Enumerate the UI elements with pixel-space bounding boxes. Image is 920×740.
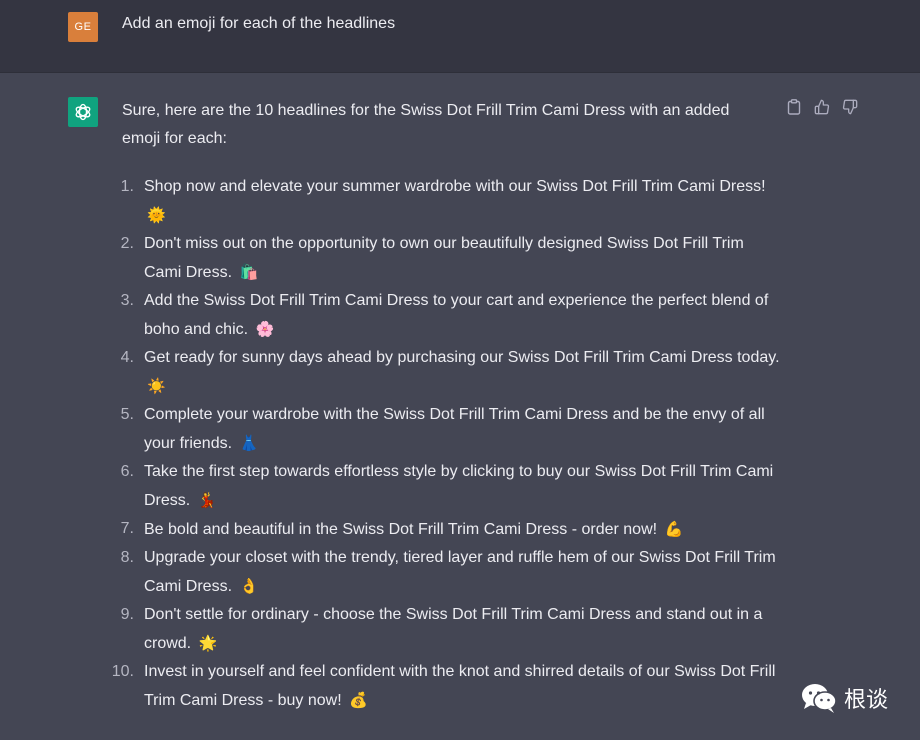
headline-item: 6. Take the first step towards effortless… [104,458,784,515]
headline-text: Don't miss out on the opportunity to own… [144,235,744,281]
watermark: 根谈 [800,682,888,714]
headline-text: Be bold and beautiful in the Swiss Dot F… [144,521,658,538]
headline-number: 2. [120,235,134,252]
headline-number: 7. [120,520,134,537]
headline-item: 4. Get ready for sunny days ahead by purc… [104,344,784,401]
message-actions [786,99,858,115]
headline-text: Take the first step towards effortless s… [144,463,774,509]
thumbs-up-button[interactable] [814,99,830,115]
headline-text: Get ready for sunny days ahead by purcha… [144,349,780,366]
headline-emoji: 👗 [239,434,259,452]
headline-text: Add the Swiss Dot Frill Trim Cami Dress … [144,292,769,338]
headline-number: 10. [111,663,134,680]
headline-emoji: 💃 [197,491,217,509]
headline-emoji: ☀️ [147,377,166,395]
headline-item: 2. Don't miss out on the opportunity to o… [104,230,784,287]
thumbs-down-icon [842,99,858,115]
clipboard-icon [787,99,801,115]
headline-emoji: 💰 [349,691,368,709]
user-avatar: GE [68,12,98,42]
headline-item: 9. Don't settle for ordinary - choose the… [104,601,784,658]
headline-item: 1. Shop now and elevate your summer wardr… [104,173,784,230]
headline-number: 3. [120,292,134,309]
copy-button[interactable] [786,99,802,115]
headline-text: Don't settle for ordinary - choose the S… [144,606,763,652]
thumbs-down-button[interactable] [842,99,858,115]
headline-emoji: 👌 [239,577,259,595]
headline-text: Invest in yourself and feel confident wi… [144,663,776,709]
headline-emoji: 🌟 [198,634,218,652]
headline-emoji: 💪 [664,520,684,538]
headline-item: 3. Add the Swiss Dot Frill Trim Cami Dres… [104,287,784,344]
assistant-message-row: Sure, here are the 10 headlines for the … [0,73,920,740]
headline-number: 4. [120,349,134,366]
thumbs-up-icon [814,99,830,115]
headline-number: 9. [120,606,134,623]
watermark-text: 根谈 [844,688,889,713]
headline-number: 8. [120,549,134,566]
headline-number: 6. [120,463,134,480]
headline-number: 5. [120,406,134,423]
headline-text: Complete your wardrobe with the Swiss Do… [144,406,765,452]
headline-emoji: 🛍️ [239,263,259,281]
headline-number: 1. [120,178,134,195]
headline-list: 1. Shop now and elevate your summer wardr… [104,173,784,715]
user-message-row: GE Add an emoji for each of the headline… [0,0,920,73]
wechat-icon [802,684,837,713]
headline-item: 10. Invest in yourself and feel confident… [104,658,784,715]
user-message-text: Add an emoji for each of the headlines [122,15,396,32]
openai-logo-icon [75,103,91,121]
headline-item: 7. Be bold and beautiful in the Swiss Dot… [104,515,784,544]
headline-emoji: 🌞 [147,206,166,224]
assistant-avatar [68,97,98,127]
headline-text: Shop now and elevate your summer wardrob… [144,178,766,195]
headline-item: 8. Upgrade your closet with the trendy, t… [104,544,784,601]
headline-emoji: 🌸 [255,320,275,338]
assistant-intro-text: Sure, here are the 10 headlines for the … [122,102,730,147]
headline-item: 5. Complete your wardrobe with the Swiss … [104,401,784,458]
